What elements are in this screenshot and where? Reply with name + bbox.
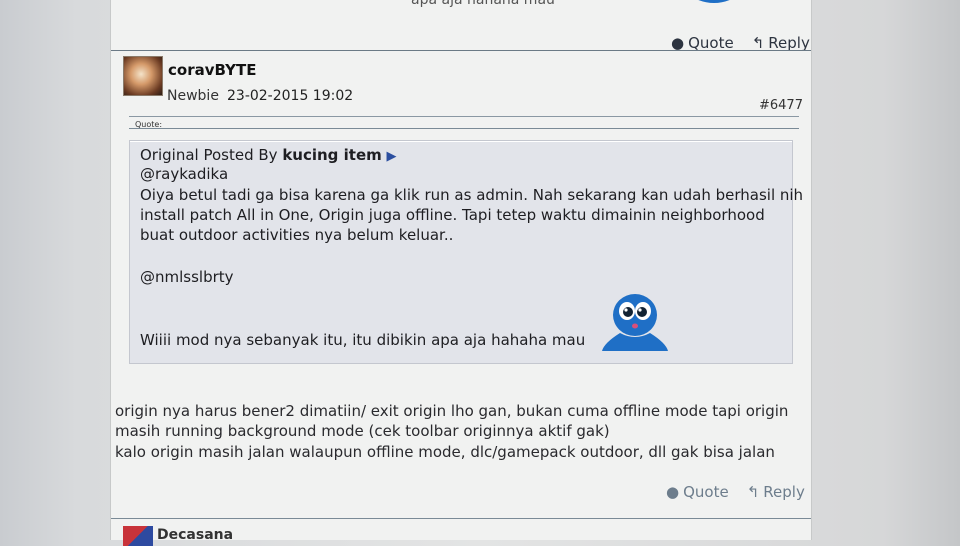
post-divider	[111, 50, 811, 51]
avatar[interactable]	[123, 526, 153, 546]
quote-line: @raykadika	[140, 165, 229, 183]
quote-attribution: Original Posted By kucing item ▶	[140, 146, 397, 164]
avatar[interactable]	[123, 56, 163, 96]
quote-button[interactable]: ● Quote	[666, 483, 729, 501]
username-link[interactable]: coravBYTE	[168, 61, 256, 79]
quote-line: @nmlsslbrty	[140, 268, 234, 286]
mascot-emoticon-icon	[602, 294, 668, 351]
quote-prefix: Original Posted By	[140, 146, 283, 164]
username-link[interactable]: Decasana	[157, 527, 233, 543]
forum-thread: apa aja hahaha mau ● Quote ↰ Reply corav…	[110, 0, 812, 546]
user-rank: Newbie	[167, 88, 219, 104]
view-post-arrow-icon[interactable]: ▶	[387, 149, 397, 164]
quote-line: install patch All in One, Origin juga of…	[140, 206, 765, 224]
quote-line: Wiiii mod nya sebanyak itu, itu dibikin …	[140, 331, 586, 349]
post-divider	[111, 518, 811, 519]
speech-bubble-icon: ●	[666, 483, 680, 501]
post-body-line: kalo origin masih jalan walaupun offline…	[115, 443, 775, 461]
prev-post-text: apa aja hahaha mau	[411, 0, 555, 8]
quote-line: buat outdoor activities nya belum keluar…	[140, 226, 454, 244]
quote-line: Oiya betul tadi ga bisa karena ga klik r…	[140, 186, 804, 204]
quote-block: Original Posted By kucing item ▶ @raykad…	[129, 140, 803, 364]
post-actions: ● Quote ↰ Reply	[666, 483, 805, 501]
quote-author-link[interactable]: kucing item	[282, 146, 381, 164]
mascot-emoticon-icon	[698, 0, 730, 3]
post-date: 23-02-2015 19:02	[227, 88, 354, 104]
post-number-link[interactable]: #6477	[759, 98, 803, 113]
reply-label: Reply	[763, 483, 805, 501]
quote-divider	[129, 128, 799, 129]
post-body-line: masih running background mode (cek toolb…	[115, 422, 610, 440]
quote-label: Quote	[683, 483, 729, 501]
header-divider	[129, 116, 799, 117]
post-body-line: origin nya harus bener2 dimatiin/ exit o…	[115, 402, 789, 420]
reply-arrow-icon: ↰	[746, 483, 760, 501]
reply-button[interactable]: ↰ Reply	[747, 483, 805, 501]
